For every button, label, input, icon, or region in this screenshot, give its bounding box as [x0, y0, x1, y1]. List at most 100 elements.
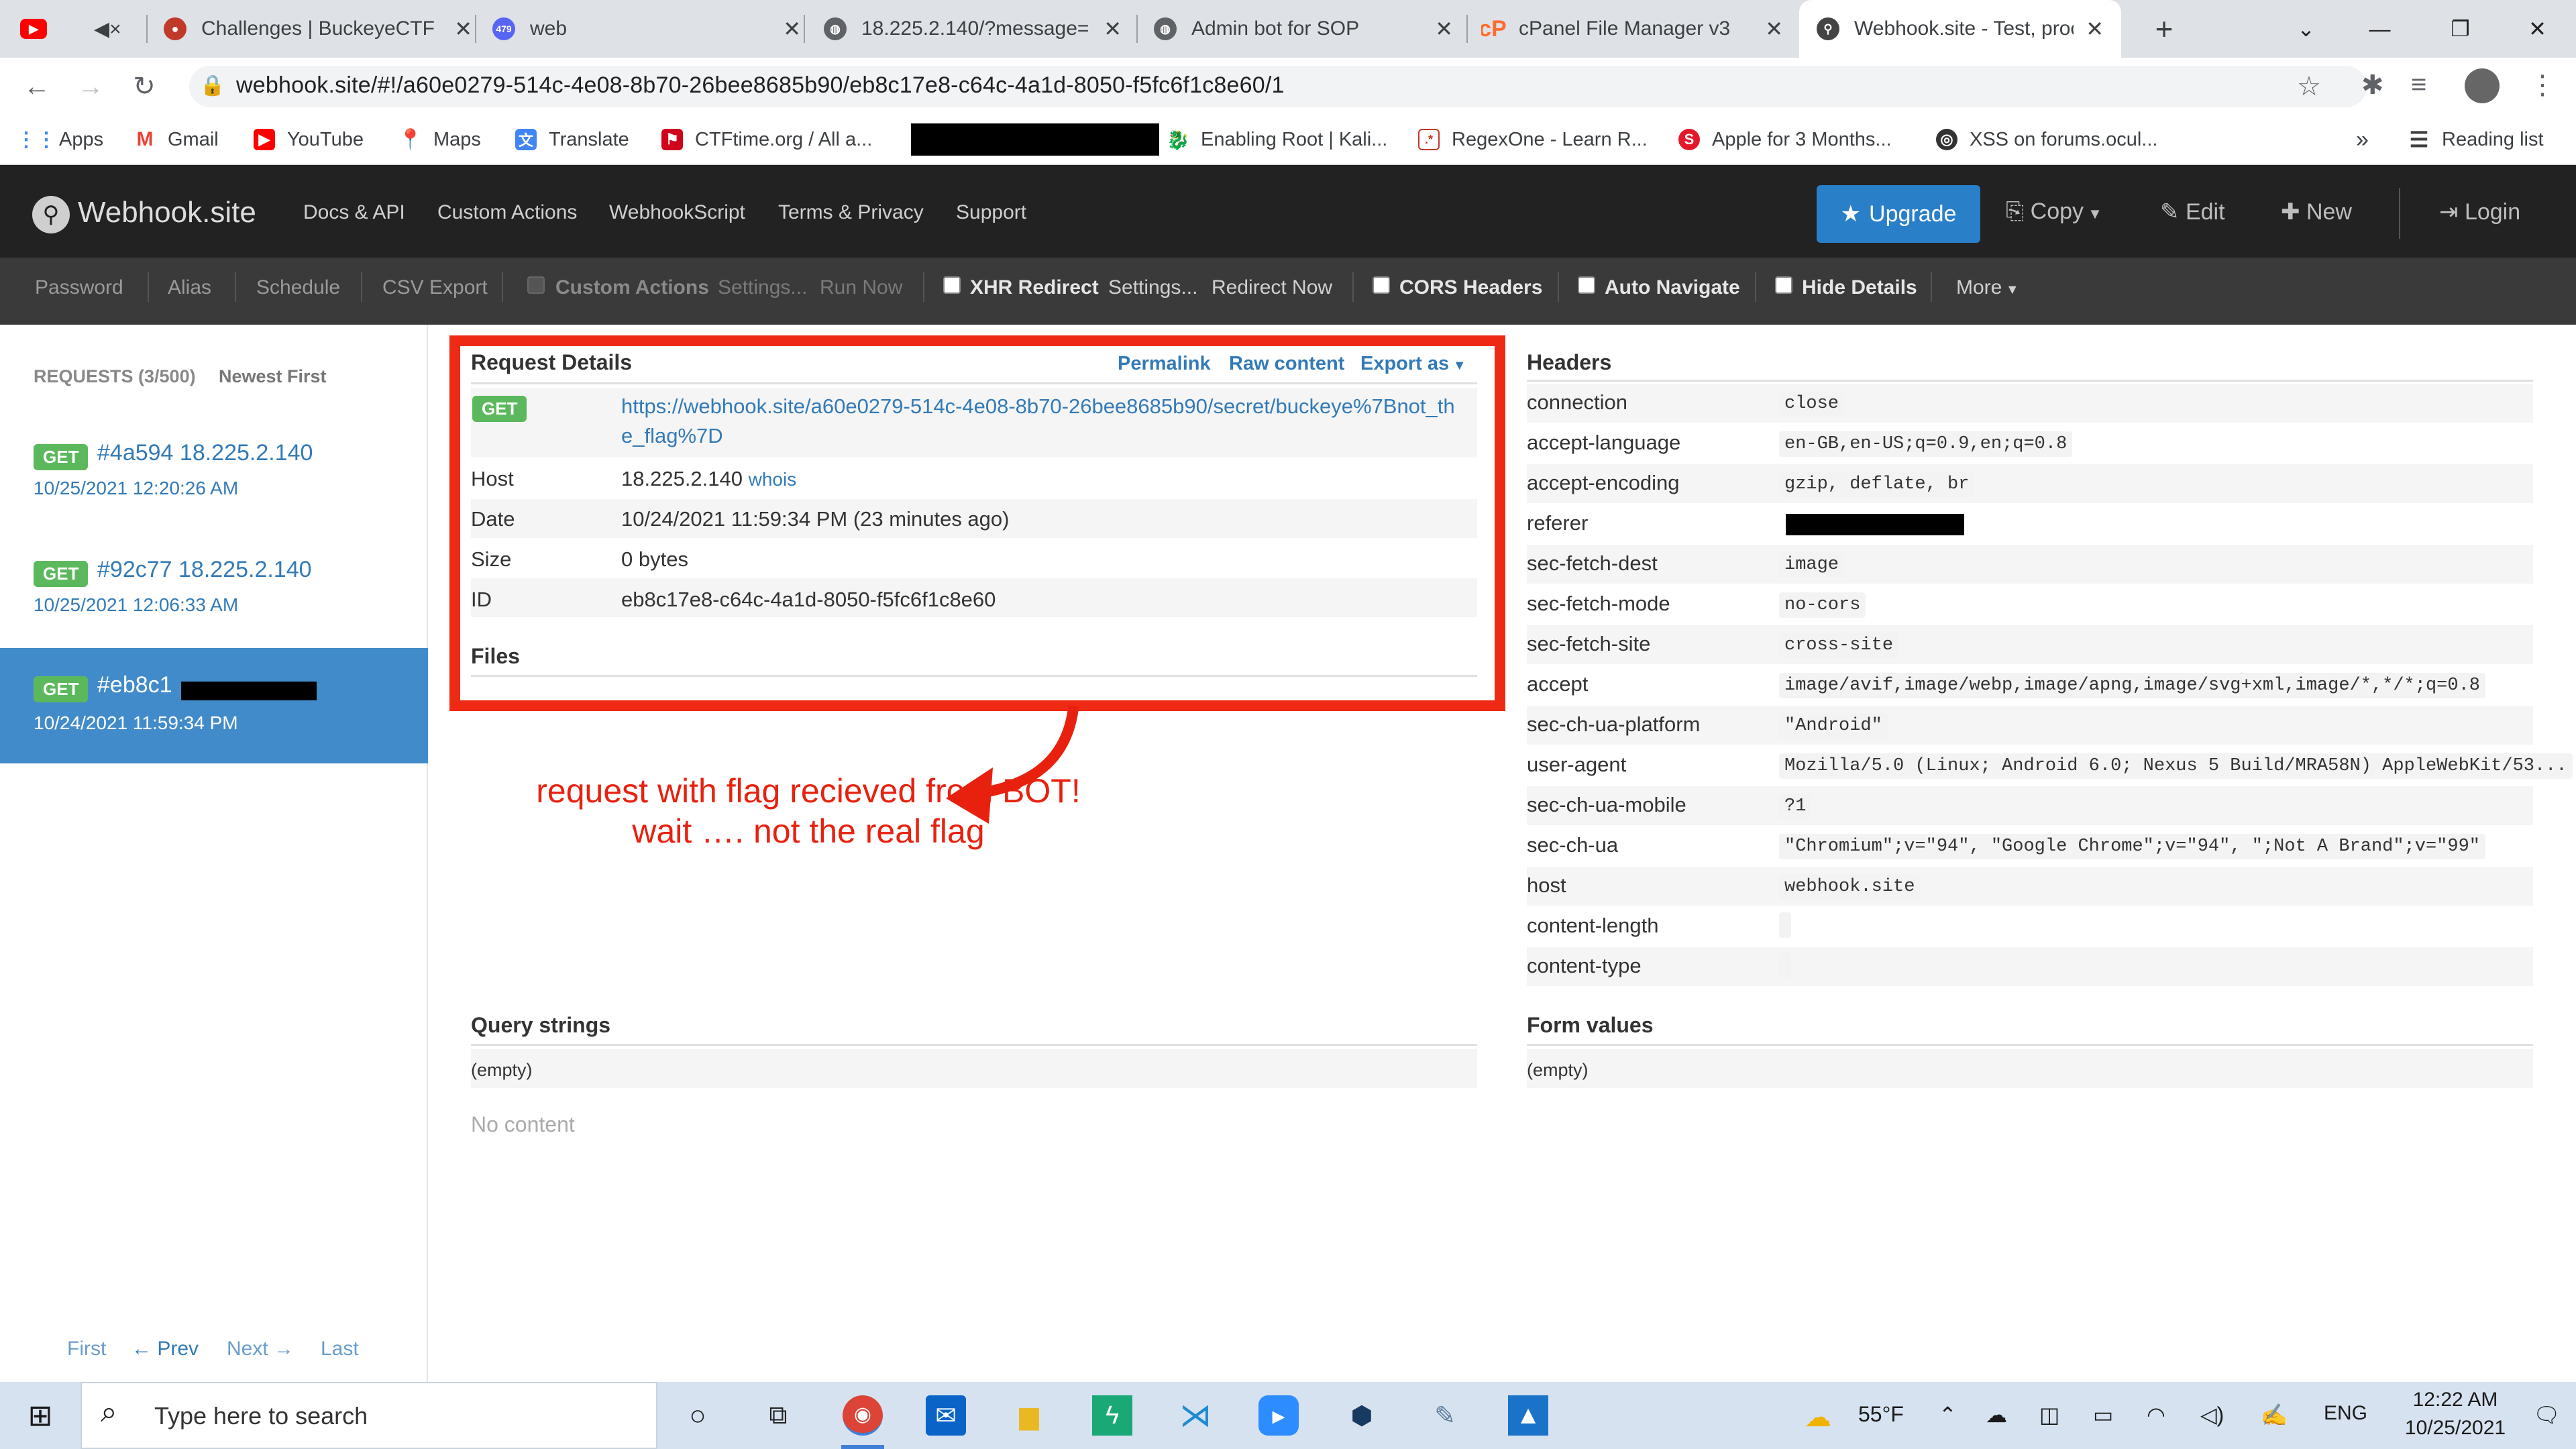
- nav-support[interactable]: Support: [956, 201, 1026, 224]
- extensions-icon[interactable]: ✱: [2361, 70, 2384, 101]
- menu-kebab-icon[interactable]: ⋮: [2529, 70, 2556, 101]
- terminal-app-icon[interactable]: ϟ: [1092, 1395, 1132, 1436]
- bookmark-kali[interactable]: 🐉 Enabling Root | Kali...: [1167, 125, 1388, 154]
- tab-youtube[interactable]: ▶: [20, 0, 74, 58]
- bookmark-apple[interactable]: S Apple for 3 Months...: [1678, 125, 1892, 154]
- reading-list[interactable]: ☰ Reading list: [2408, 125, 2544, 154]
- notifications-icon[interactable]: 🗨: [2533, 1402, 2561, 1428]
- pager-last[interactable]: Last: [321, 1338, 359, 1360]
- bookmark-youtube[interactable]: ▶ YouTube: [254, 125, 364, 154]
- custom-actions-checkbox[interactable]: [527, 276, 545, 294]
- request-item[interactable]: GET #4a594 18.225.2.140 10/25/2021 12:20…: [0, 416, 428, 531]
- chrome-icon[interactable]: ◉: [843, 1395, 883, 1436]
- tab-web[interactable]: 479 web ✕: [492, 0, 801, 58]
- back-arrow-icon[interactable]: ←: [16, 66, 58, 107]
- login-button[interactable]: ⇥ Login: [2439, 199, 2520, 225]
- file-explorer-icon[interactable]: ▆: [1009, 1395, 1049, 1436]
- tab-cpanel[interactable]: cP cPanel File Manager v3 ✕: [1481, 0, 1783, 58]
- pager-next[interactable]: Next →: [227, 1338, 294, 1360]
- alias-button[interactable]: Alias: [168, 276, 211, 299]
- nav-custom-actions[interactable]: Custom Actions: [437, 201, 577, 224]
- tab-admin-bot[interactable]: ◍ Admin bot for SOP ✕: [1154, 0, 1453, 58]
- url-text[interactable]: webhook.site/#!/a60e0279-514c-4e08-8b70-…: [236, 72, 1285, 99]
- nav-docs[interactable]: Docs & API: [303, 201, 405, 224]
- close-icon[interactable]: ✕: [454, 16, 472, 42]
- bookmarks-overflow[interactable]: »: [2356, 125, 2369, 154]
- csv-export-button[interactable]: CSV Export: [382, 276, 488, 299]
- volume-icon[interactable]: ◁): [2200, 1402, 2224, 1428]
- nav-terms[interactable]: Terms & Privacy: [778, 201, 924, 224]
- pager-prev[interactable]: ← Prev: [131, 1338, 199, 1360]
- photos-icon[interactable]: ▲: [1508, 1395, 1548, 1436]
- close-icon[interactable]: ✕: [2086, 16, 2104, 42]
- new-tab-button[interactable]: +: [2144, 0, 2184, 58]
- cortana-icon[interactable]: ○: [678, 1395, 718, 1436]
- tab-search-chevron-icon[interactable]: ⌄: [2267, 0, 2345, 58]
- tab-message[interactable]: ◍ 18.225.2.140/?message= ✕: [824, 0, 1122, 58]
- clock-time[interactable]: 12:22 AM: [2408, 1389, 2502, 1411]
- reload-icon[interactable]: ↻: [123, 66, 165, 107]
- redirect-now-button[interactable]: Redirect Now: [1212, 276, 1332, 299]
- nav-webhookscript[interactable]: WebhookScript: [609, 201, 745, 224]
- new-button[interactable]: ✚ New: [2281, 199, 2352, 225]
- request-item-selected[interactable]: GET #eb8c1 10/24/2021 11:59:34 PM: [0, 648, 428, 763]
- request-item[interactable]: GET #92c77 18.225.2.140 10/25/2021 12:06…: [0, 533, 428, 648]
- window-close-icon[interactable]: ✕: [2499, 0, 2576, 58]
- battery-icon[interactable]: ▭: [2093, 1402, 2113, 1428]
- sort-order[interactable]: Newest First: [219, 366, 327, 387]
- bookmark-apps[interactable]: ⋮⋮ Apps: [16, 125, 103, 154]
- tray-chevron-icon[interactable]: ⌃: [1939, 1402, 1957, 1428]
- pager-first[interactable]: First: [67, 1338, 106, 1360]
- header-key: sec-ch-ua-platform: [1527, 712, 1701, 736]
- hide-details-checkbox[interactable]: [1775, 276, 1792, 294]
- bookmark-maps[interactable]: 📍 Maps: [398, 125, 481, 154]
- schedule-button[interactable]: Schedule: [256, 276, 340, 299]
- copy-button[interactable]: ⎘ Copy ▼: [2006, 199, 2102, 225]
- camera-icon[interactable]: ◫: [2039, 1402, 2059, 1428]
- close-icon[interactable]: ✕: [1104, 16, 1122, 42]
- restore-icon[interactable]: ❐: [2422, 0, 2499, 58]
- xhr-settings-button[interactable]: Settings...: [1108, 276, 1197, 299]
- bookmark-gmail[interactable]: M Gmail: [134, 125, 219, 154]
- vscode-icon[interactable]: ⋊: [1175, 1395, 1216, 1436]
- close-icon[interactable]: ✕: [783, 16, 801, 42]
- tab-webhook-active[interactable]: ⚲ Webhook.site - Test, proc ✕: [1799, 0, 2121, 58]
- tab-buckeyectf[interactable]: ● Challenges | BuckeyeCTF ✕: [164, 0, 472, 58]
- bookmark-ctftime[interactable]: ⚑ CTFtime.org / All a...: [661, 125, 872, 154]
- zoom-icon[interactable]: ▸: [1258, 1395, 1299, 1436]
- close-icon[interactable]: ✕: [1765, 16, 1783, 42]
- auto-navigate-checkbox[interactable]: [1578, 276, 1595, 294]
- bookmark-regexone[interactable]: .* RegexOne - Learn R...: [1418, 125, 1648, 154]
- bookmark-xss[interactable]: ◎ XSS on forums.ocul...: [1936, 125, 2157, 154]
- forward-arrow-icon[interactable]: →: [70, 66, 111, 107]
- clock-date[interactable]: 10/25/2021: [2396, 1417, 2514, 1440]
- virtualbox-icon[interactable]: ⬢: [1342, 1395, 1382, 1436]
- wifi-icon[interactable]: ◠: [2147, 1402, 2165, 1428]
- cors-headers-checkbox[interactable]: [1373, 276, 1390, 294]
- onedrive-icon[interactable]: ☁: [1986, 1402, 2007, 1428]
- xhr-redirect-checkbox[interactable]: [943, 276, 961, 294]
- custom-actions-settings[interactable]: Settings...: [718, 276, 807, 299]
- more-dropdown[interactable]: More ▼: [1956, 276, 2019, 299]
- upgrade-button[interactable]: ★ Upgrade: [1817, 185, 1980, 243]
- password-button[interactable]: Password: [35, 276, 123, 299]
- row-bg: [1527, 625, 2533, 664]
- star-icon[interactable]: ☆: [2297, 71, 2321, 102]
- close-icon[interactable]: ✕: [1435, 16, 1453, 42]
- bookmark-translate[interactable]: 文 Translate: [515, 125, 629, 154]
- windows-start-icon[interactable]: ⊞: [20, 1395, 60, 1436]
- pen-app-icon[interactable]: ✎: [1425, 1395, 1465, 1436]
- edit-button[interactable]: ✎ Edit: [2160, 199, 2225, 225]
- brand[interactable]: Webhook.site: [78, 196, 256, 229]
- pen-icon[interactable]: ✍: [2261, 1402, 2288, 1428]
- mail-icon[interactable]: ✉: [926, 1395, 966, 1436]
- media-icon[interactable]: ≡: [2411, 70, 2426, 100]
- language-indicator[interactable]: ENG: [2324, 1402, 2367, 1425]
- cors-headers-label: CORS Headers: [1399, 276, 1543, 299]
- task-view-icon[interactable]: ⧉: [758, 1395, 798, 1436]
- profile-avatar[interactable]: [2465, 68, 2500, 103]
- weather-temp[interactable]: 55°F: [1858, 1402, 1904, 1427]
- run-now-button[interactable]: Run Now: [820, 276, 902, 299]
- tab-muted[interactable]: ◀×: [94, 0, 134, 58]
- minimize-icon[interactable]: —: [2341, 0, 2418, 58]
